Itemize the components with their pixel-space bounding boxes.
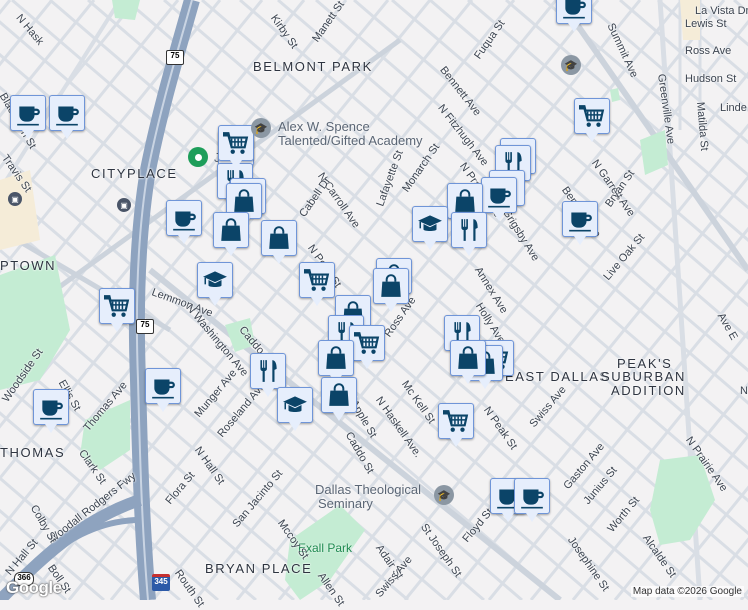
street-label: Linde [720, 102, 747, 114]
cart-icon [579, 105, 605, 127]
poi-label: Dallas Theological [315, 482, 421, 497]
school-marker[interactable] [277, 387, 313, 431]
coffee-icon [488, 188, 511, 208]
cart-marker[interactable] [218, 125, 254, 169]
coffee-icon [56, 106, 79, 126]
coffee-icon [173, 211, 196, 231]
transit-icon: ▣ [117, 198, 131, 212]
school-icon [418, 215, 442, 232]
street-label: Lewis St [685, 18, 727, 30]
coffee-marker[interactable] [166, 200, 202, 244]
restaurant-icon [260, 360, 277, 382]
coffee-marker[interactable] [514, 478, 550, 522]
map-attribution[interactable]: Map data ©2026 Google [630, 586, 744, 597]
poi-label: Seminary [318, 496, 373, 511]
coffee-marker[interactable] [562, 201, 598, 245]
us75-shield: 75 [136, 319, 154, 334]
street-label: La Vista Dr [695, 5, 748, 17]
shopping-marker[interactable] [321, 377, 357, 421]
coffee-marker[interactable] [33, 389, 69, 433]
cart-icon [104, 295, 130, 317]
cart-icon [354, 332, 380, 354]
neighborhood-label: ADDITION [611, 383, 686, 398]
cart-marker[interactable] [349, 325, 385, 369]
school-pin-icon[interactable]: 🎓 [251, 118, 271, 138]
cart-icon [304, 269, 330, 291]
shopping-marker[interactable] [373, 268, 409, 312]
cart-icon [443, 410, 469, 432]
school-marker[interactable] [197, 262, 233, 306]
poi-label: Alex W. Spence [278, 119, 370, 134]
shopping-marker[interactable] [213, 212, 249, 256]
place-pin-icon[interactable] [188, 147, 208, 167]
school-marker[interactable] [412, 206, 448, 250]
coffee-icon [40, 400, 63, 420]
school-icon [203, 271, 227, 288]
cart-marker[interactable] [574, 98, 610, 142]
google-logo[interactable]: Google [6, 578, 62, 598]
coffee-icon [521, 489, 544, 509]
cart-marker[interactable] [438, 403, 474, 447]
coffee-icon [563, 0, 586, 19]
transit-icon: ▣ [8, 192, 22, 206]
cart-marker[interactable] [99, 288, 135, 332]
coffee-marker[interactable] [556, 0, 592, 32]
shopping-icon [234, 189, 254, 212]
coffee-marker[interactable] [49, 95, 85, 139]
coffee-icon [569, 212, 592, 232]
shopping-icon [326, 346, 346, 369]
street-label: Hudson St [685, 73, 737, 85]
neighborhood-label: CITYPLACE [91, 166, 178, 181]
cart-marker[interactable] [299, 262, 335, 306]
shopping-marker[interactable] [450, 340, 486, 384]
poi-label: Talented/Gifted Academy [278, 133, 423, 148]
shopping-marker[interactable] [261, 220, 297, 264]
shopping-icon [455, 189, 475, 212]
coffee-icon [17, 106, 40, 126]
restaurant-icon [461, 219, 478, 241]
coffee-marker[interactable] [10, 95, 46, 139]
coffee-marker[interactable] [481, 177, 517, 221]
coffee-icon [152, 379, 175, 399]
neighborhood-label: BELMONT PARK [253, 59, 373, 74]
neighborhood-label: PTOWN [0, 258, 57, 273]
school-pin-icon[interactable]: 🎓 [561, 55, 581, 75]
neighborhood-label: EAST DALLAS [505, 369, 610, 384]
shopping-icon [221, 218, 241, 241]
shopping-icon [458, 346, 478, 369]
coffee-marker[interactable] [145, 368, 181, 412]
restaurant-marker[interactable] [451, 212, 487, 256]
neighborhood-label: SUBURBAN [601, 369, 687, 384]
cart-icon [223, 132, 249, 154]
school-icon [283, 396, 307, 413]
us75-shield: 75 [166, 50, 184, 65]
neighborhood-label: THOMAS [0, 445, 66, 460]
street-label: N Col [740, 385, 748, 397]
shopping-icon [269, 226, 289, 249]
shopping-marker[interactable] [318, 340, 354, 384]
i345-shield: 345 [152, 574, 170, 591]
school-pin-icon[interactable]: 🎓 [434, 485, 454, 505]
neighborhood-label: BRYAN PLACE [205, 561, 313, 576]
restaurant-marker[interactable] [250, 353, 286, 397]
street-label: Ross Ave [685, 45, 732, 57]
shopping-icon [381, 274, 401, 297]
shopping-icon [329, 383, 349, 406]
